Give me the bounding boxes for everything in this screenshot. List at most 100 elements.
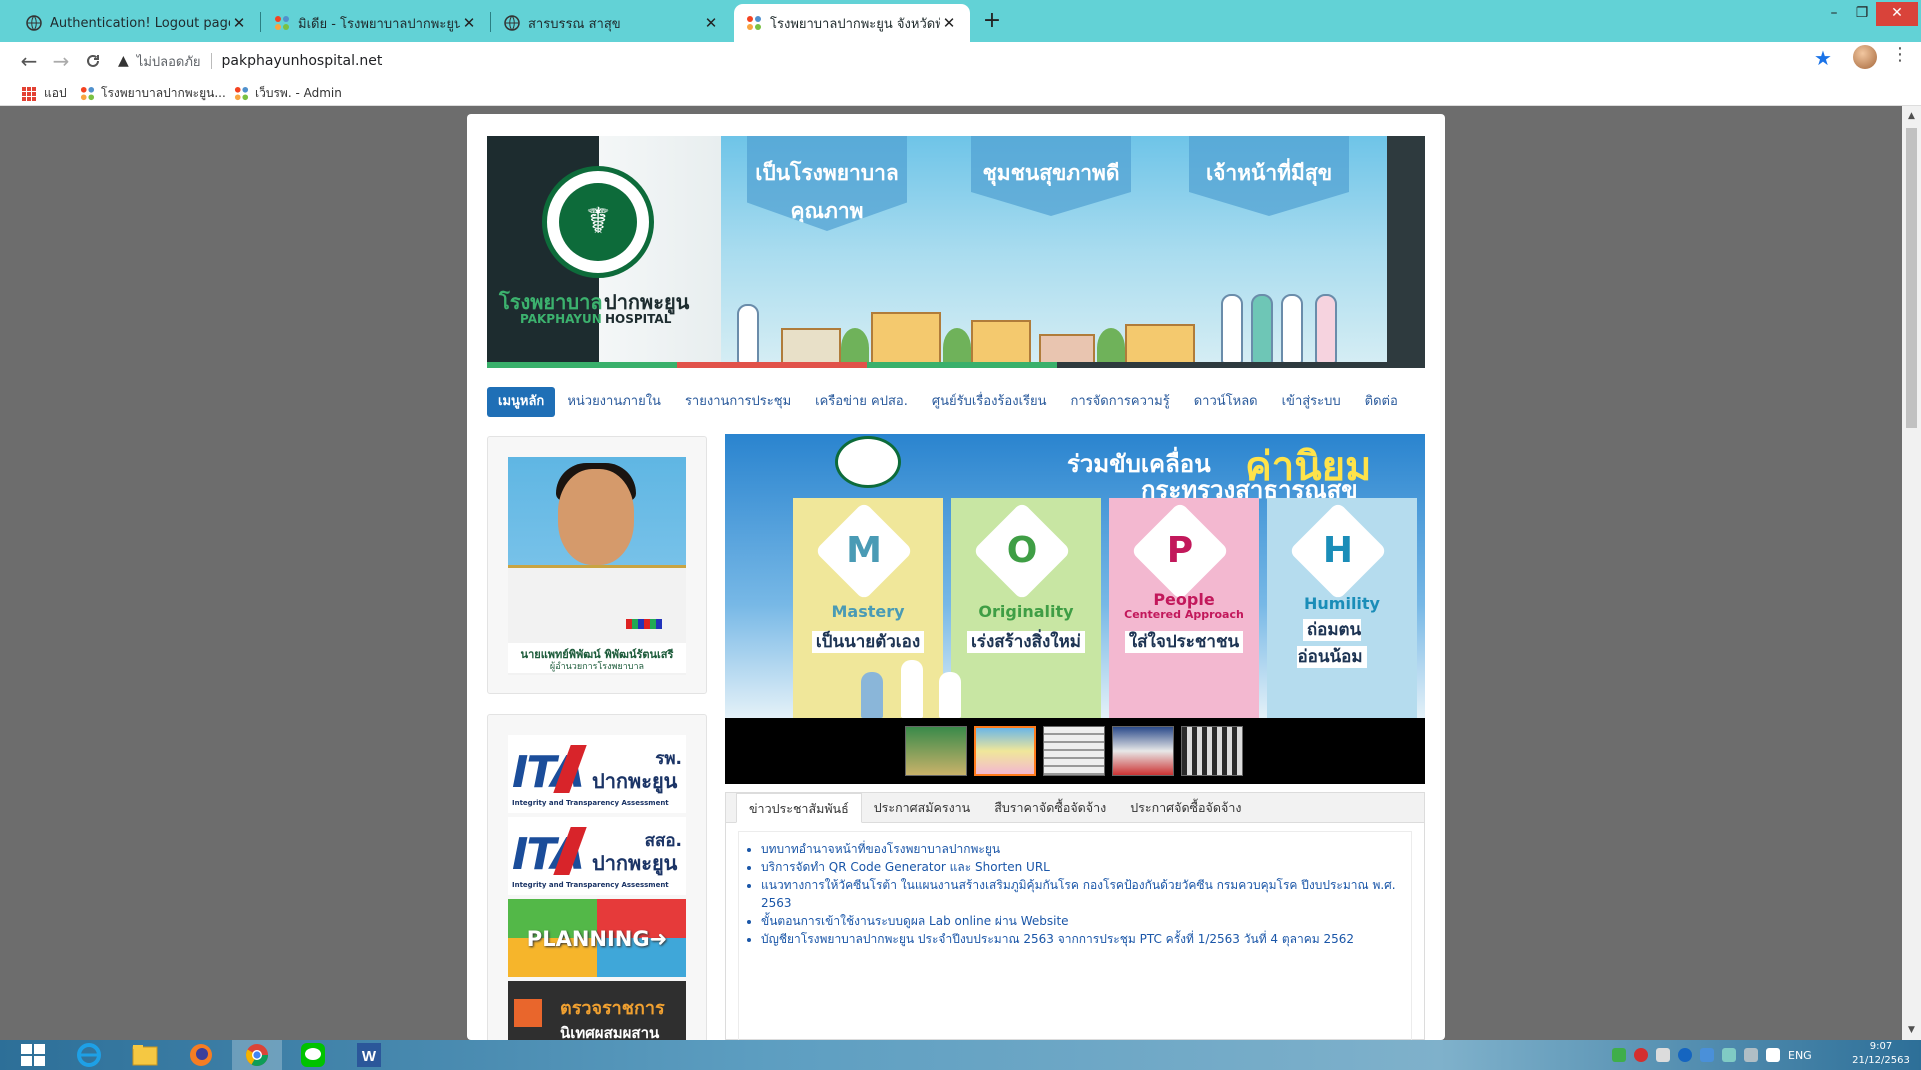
bookmark-apps[interactable]: แอป (22, 84, 67, 103)
inspection-link[interactable]: ตรวจราชการ นิเทศผสมผสาน (508, 981, 686, 1040)
menu-item-download[interactable]: ดาวน์โหลด (1182, 387, 1270, 417)
value-english-sub: Centered Approach (1124, 608, 1244, 621)
security-label[interactable]: ไม่ปลอดภัย (137, 51, 201, 72)
news-tabs-header: ข่าวประชาสัมพันธ์ ประกาศสมัครงาน สืบราคา… (726, 793, 1424, 823)
value-thai-text: เร่งสร้างสิ่งใหม่ (967, 631, 1085, 653)
slider-thumbnail[interactable] (905, 726, 967, 776)
ita-hospital-link[interactable]: ITA รพ. ปากพะยูน Integrity and Transpare… (508, 735, 686, 813)
banner-bar (677, 362, 867, 368)
page-viewport[interactable]: ☤ โรงพยาบาล ปากพะยูน PAKPHAYUN HOSPITAL … (9, 106, 1902, 1040)
menu-item-departments[interactable]: หน่วยงานภายใน (555, 387, 673, 417)
ita-district-link[interactable]: ITA สสอ. ปากพะยูน Integrity and Transpar… (508, 817, 686, 895)
tab-authentication[interactable]: Authentication! Logout page ✕ (14, 4, 260, 42)
tab-saraban[interactable]: สารบรรณ สาสุข ✕ (492, 4, 732, 42)
staff-figure (1221, 294, 1243, 364)
clock[interactable]: 9:07 21/12/2563 (1846, 1040, 1916, 1068)
slider-thumbnail[interactable] (974, 726, 1036, 776)
forward-button[interactable]: → (46, 46, 76, 76)
bookmark-star-icon[interactable]: ★ (1814, 46, 1832, 70)
tab-public-relations[interactable]: ข่าวประชาสัมพันธ์ (736, 793, 862, 823)
language-indicator[interactable]: ENG (1788, 1049, 1812, 1062)
news-item[interactable]: ขั้นตอนการเข้าใช้งานระบบดูผล Lab online … (761, 912, 1403, 930)
menu-item-home[interactable]: เมนูหลัก (487, 387, 556, 417)
value-card-originality: O Originality เร่งสร้างสิ่งใหม่ (951, 498, 1101, 718)
value-thai-text: ถ่อมตน อ่อนน้อม (1297, 619, 1367, 668)
tab-job-announcements[interactable]: ประกาศสมัครงาน (862, 793, 983, 823)
close-icon[interactable]: ✕ (230, 14, 248, 32)
taskbar-chrome[interactable] (232, 1040, 282, 1070)
bluetooth-tray-icon[interactable] (1678, 1048, 1692, 1062)
menu-item-complaints[interactable]: ศูนย์รับเรื่องร้องเรียน (920, 387, 1059, 417)
slider-thumbnail[interactable] (1181, 726, 1243, 776)
slider-thumbnail[interactable] (1112, 726, 1174, 776)
bookmark-hospital[interactable]: โรงพยาบาลปากพะยูน... (80, 84, 226, 103)
restore-button[interactable]: ❐ (1848, 2, 1876, 26)
clock-time: 9:07 (1869, 1041, 1893, 1052)
taskbar-firefox[interactable] (176, 1040, 226, 1070)
taskbar-line[interactable] (288, 1040, 338, 1070)
close-icon[interactable]: ✕ (940, 14, 958, 32)
taskbar-internet-explorer[interactable] (64, 1040, 114, 1070)
tab-price-inquiry[interactable]: สืบราคาจัดซื้อจัดจ้าง (982, 793, 1118, 823)
medal-ribbon (626, 619, 662, 629)
sync-tray-icon[interactable] (1722, 1048, 1736, 1062)
image-slider[interactable]: ร่วมขับเคลื่อน ค่านิยม กระทรวงสาธารณสุข … (725, 434, 1425, 784)
flag-tray-icon[interactable] (1656, 1048, 1670, 1062)
scrollbar-thumb[interactable] (1906, 128, 1917, 428)
child-figure (861, 672, 883, 718)
news-item[interactable]: บทบาทอำนาจหน้าที่ของโรงพยาบาลปากพะยูน (761, 840, 1403, 858)
page-scrollbar[interactable]: ▲ ▼ (1902, 106, 1921, 1040)
minimize-button[interactable]: – (1820, 2, 1848, 26)
news-item[interactable]: บัญชียาโรงพยาบาลปากพะยูน ประจำปีงบประมาณ… (761, 930, 1403, 948)
tab-procurement[interactable]: ประกาศจัดซื้อจัดจ้าง (1118, 793, 1253, 823)
reload-button[interactable] (78, 46, 108, 76)
tab-separator (490, 12, 491, 32)
news-item[interactable]: แนวทางการให้วัคซีนโรต้า ในแผนงานสร้างเสร… (761, 876, 1403, 912)
menu-item-meeting-reports[interactable]: รายงานการประชุม (673, 387, 803, 417)
menu-item-contact[interactable]: ติดต่อ (1353, 387, 1410, 417)
clock-date: 21/12/2563 (1852, 1055, 1910, 1066)
windows-taskbar: W ENG 9:07 21/12/2563 (0, 1040, 1921, 1070)
start-button[interactable] (8, 1040, 58, 1070)
news-list: บทบาทอำนาจหน้าที่ของโรงพยาบาลปากพะยูน บร… (738, 831, 1412, 1040)
news-item[interactable]: บริการจัดทำ QR Code Generator และ Shorte… (761, 858, 1403, 876)
internet-explorer-icon (77, 1043, 101, 1067)
chat-tray-icon[interactable] (1612, 1048, 1626, 1062)
tab-title: สารบรรณ สาสุข (528, 16, 621, 32)
value-card-people: P People Centered Approach ใส่ใจประชาชน (1109, 498, 1259, 718)
slider-thumbnail[interactable] (1043, 726, 1105, 776)
taskbar-file-explorer[interactable] (120, 1040, 170, 1070)
new-tab-button[interactable]: + (977, 6, 1007, 36)
profile-avatar[interactable] (1853, 45, 1877, 69)
scroll-down-icon[interactable]: ▼ (1902, 1022, 1921, 1038)
banner-tagline: ชุมชนสุขภาพดี (971, 136, 1131, 216)
browser-toolbar: ← → ▲ ไม่ปลอดภัย pakphayunhospital.net (0, 42, 1921, 80)
back-button[interactable]: ← (14, 46, 44, 76)
url-text[interactable]: pakphayunhospital.net (222, 53, 383, 69)
taskbar-word[interactable]: W (344, 1040, 394, 1070)
menu-item-network[interactable]: เครือข่าย คปสอ. (803, 387, 920, 417)
close-icon[interactable]: ✕ (702, 14, 720, 32)
planning-label: PLANNING➜ (526, 927, 668, 951)
planning-link[interactable]: PLANNING➜ (508, 899, 686, 977)
browser-menu-icon[interactable]: ⋮ (1891, 44, 1909, 65)
volume-tray-icon[interactable] (1766, 1048, 1780, 1062)
menu-item-knowledge[interactable]: การจัดการความรู้ (1059, 387, 1182, 417)
close-window-button[interactable]: ✕ (1876, 2, 1918, 26)
warning-icon[interactable]: ▲ (118, 53, 129, 69)
scroll-up-icon[interactable]: ▲ (1902, 108, 1921, 124)
value-english: Mastery (831, 602, 905, 621)
opera-tray-icon[interactable] (1634, 1048, 1648, 1062)
value-thai-text: เป็นนายตัวเอง (811, 631, 925, 653)
bookmark-admin[interactable]: เว็บรพ. - Admin (234, 84, 342, 103)
inspection-logo-square (514, 999, 542, 1027)
tab-media[interactable]: มิเดีย - โรงพยาบาลปากพะยูน จังหวัด ✕ (262, 4, 490, 42)
close-icon[interactable]: ✕ (460, 14, 478, 32)
address-bar[interactable]: ▲ ไม่ปลอดภัย pakphayunhospital.net (118, 47, 1822, 75)
tab-pakphayun-hospital[interactable]: โรงพยาบาลปากพะยูน จังหวัดพัทลุง ✕ (734, 4, 970, 42)
menu-item-login[interactable]: เข้าสู่ระบบ (1270, 387, 1353, 417)
network-tray-icon[interactable] (1700, 1048, 1714, 1062)
bookmarks-bar: แอป โรงพยาบาลปากพะยูน... เว็บรพ. - Admin (0, 80, 1921, 106)
house-illustration (971, 320, 1031, 368)
display-tray-icon[interactable] (1744, 1048, 1758, 1062)
